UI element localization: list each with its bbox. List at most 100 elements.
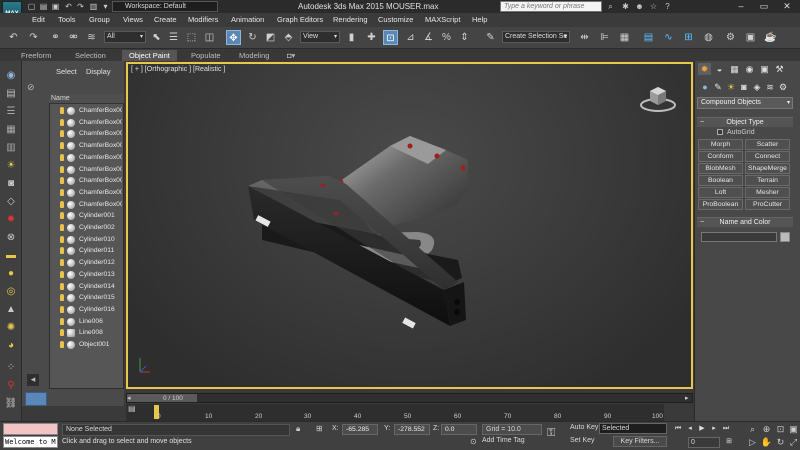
eye-icon[interactable]: ◉ [4,69,18,82]
light-bulb-icon[interactable] [60,317,64,325]
redo-icon[interactable]: ↷ [75,1,86,12]
light-bulb-icon[interactable] [60,130,64,138]
zoom-extents-icon[interactable]: ⊡ [774,424,787,435]
pistol-model[interactable] [128,64,691,387]
filter-icon[interactable]: ▥ [4,141,18,154]
tab-selection[interactable]: Selection [68,50,113,61]
absolute-mode-icon[interactable]: ⊞ [316,424,323,433]
light-bulb-icon[interactable] [60,200,64,208]
layers-icon[interactable]: ▦ [4,123,18,136]
sphere-icon[interactable]: ● [4,267,18,280]
menu-tools[interactable]: Tools [58,14,76,26]
mesher-button[interactable]: Mesher [745,187,790,198]
project-folder-icon[interactable]: ▥ [88,1,99,12]
next-frame-icon[interactable]: ▸ [685,394,689,402]
list-item[interactable]: Cylinder010 [49,234,122,246]
menu-rendering[interactable]: Rendering [333,14,368,26]
select-by-name-icon[interactable]: ☰ [166,30,181,45]
list-item[interactable]: ChamferBox00 [49,199,122,211]
prev-frame-icon[interactable]: ◂ [127,394,131,402]
reference-coordinate-dropdown[interactable]: View [300,31,340,43]
subscription-icon[interactable]: ✱ [620,1,631,12]
light-bulb-icon[interactable] [60,294,64,302]
go-to-start-icon[interactable]: ⏮ [673,424,683,434]
list-item[interactable]: Line006 [49,316,122,328]
undo-icon[interactable]: ↶ [63,1,74,12]
torus-icon[interactable]: ◎ [4,285,18,298]
add-time-tag-button[interactable]: Add Time Tag [482,437,525,444]
ribbon-options-icon[interactable]: ◘▾ [280,50,302,61]
connect-button[interactable]: Connect [745,151,790,162]
material-editor-icon[interactable]: ◍ [701,30,716,45]
light-bulb-icon[interactable] [60,282,64,290]
zoom-extents-all-icon[interactable]: ▣ [787,424,800,435]
list-item[interactable]: ChamferBox00 [49,164,122,176]
light-bulb-icon[interactable] [60,305,64,313]
field-of-view-icon[interactable]: ▷ [746,437,759,448]
shapemerge-button[interactable]: ShapeMerge [745,163,790,174]
pan-view-icon[interactable]: ✋ [760,437,773,448]
blobmesh-button[interactable]: BlobMesh [698,163,743,174]
z-coordinate-field[interactable]: 0.0 [441,424,477,435]
rendered-frame-window-icon[interactable]: ▣ [743,30,758,45]
unlink-icon[interactable]: ⚮ [66,30,81,45]
light-bulb-icon[interactable] [60,165,64,173]
menu-graph-editors[interactable]: Graph Editors [277,14,323,26]
bulb-icon[interactable]: ◕ [4,339,18,352]
light-bulb-icon[interactable] [60,177,64,185]
maxscript-listener-input[interactable] [3,423,58,435]
snaps-toggle-icon[interactable]: ⊿ [403,30,418,45]
window-crossing-icon[interactable]: ◫ [202,30,217,45]
maximize-viewport-icon[interactable]: ⤢ [787,437,800,448]
light-bulb-icon[interactable] [60,188,64,196]
select-and-scale-icon[interactable]: ◩ [263,30,278,45]
light-bulb-icon[interactable] [60,235,64,243]
helpers-icon[interactable]: ◈ [751,81,763,93]
geometry-icon[interactable]: ● [699,81,711,93]
display-tab-icon[interactable]: ▣ [758,63,771,75]
light-bulb-icon[interactable] [60,329,64,337]
shape-icon[interactable]: ▬ [4,249,18,262]
selection-lock-icon[interactable]: 🔒︎ [296,424,300,434]
conform-button[interactable]: Conform [698,151,743,162]
particle-icon[interactable]: ⁘ [4,361,18,374]
tab-populate[interactable]: Populate [184,50,228,61]
list-item[interactable]: Cylinder015 [49,292,122,304]
shapes-icon[interactable]: ✎ [712,81,724,93]
list-item[interactable]: ChamferBox00 [49,105,122,117]
redo-icon[interactable]: ↷ [26,30,41,45]
hierarchy-tab-icon[interactable]: ▦ [728,63,741,75]
list-item[interactable]: Cylinder001 [49,210,122,222]
light-bulb-icon[interactable] [60,107,64,114]
place-object-icon[interactable]: ⬘ [281,30,296,45]
maxscript-listener-output[interactable]: Welcome to M [3,436,58,448]
sun-icon[interactable]: ✺ [4,321,18,334]
zoom-all-icon[interactable]: ⊕ [760,424,773,435]
key-filters-button[interactable]: Key Filters... [613,436,667,447]
list-item[interactable]: Cylinder011 [49,245,122,257]
proboolean-button[interactable]: ProBoolean [698,199,743,210]
bone-icon[interactable]: ⊗ [4,231,18,244]
light-bulb-icon[interactable] [60,224,64,231]
space-warps-icon[interactable]: ≋ [764,81,776,93]
y-coordinate-field[interactable]: -278.552 [394,424,430,435]
menu-group[interactable]: Group [89,14,110,26]
create-tab-icon[interactable]: ✹ [698,63,711,75]
select-and-move-icon[interactable]: ✥ [226,30,241,45]
loft-button[interactable]: Loft [698,187,743,198]
communication-icon[interactable]: ☻ [634,1,645,12]
workspace-dropdown[interactable]: Workspace: Default [112,1,218,12]
render-production-icon[interactable]: ☕ [763,30,778,45]
minimize-icon[interactable]: – [730,0,752,12]
key-mode-dropdown[interactable]: Selected [599,423,667,434]
selection-filter-dropdown[interactable]: All [104,31,146,43]
rectangular-selection-icon[interactable]: ⬚ [184,30,199,45]
graphite-ribbon-icon[interactable]: ▤ [641,30,656,45]
tab-modeling[interactable]: Modeling [232,50,276,61]
pin-icon[interactable]: ⚲ [4,379,18,392]
name-and-color-rollout[interactable]: Name and Color [697,217,793,228]
scatter-button[interactable]: Scatter [745,139,790,150]
list-item[interactable]: ChamferBox00 [49,140,122,152]
list-icon[interactable]: ☰ [4,105,18,118]
key-icon[interactable]: ⚿ [547,427,555,440]
